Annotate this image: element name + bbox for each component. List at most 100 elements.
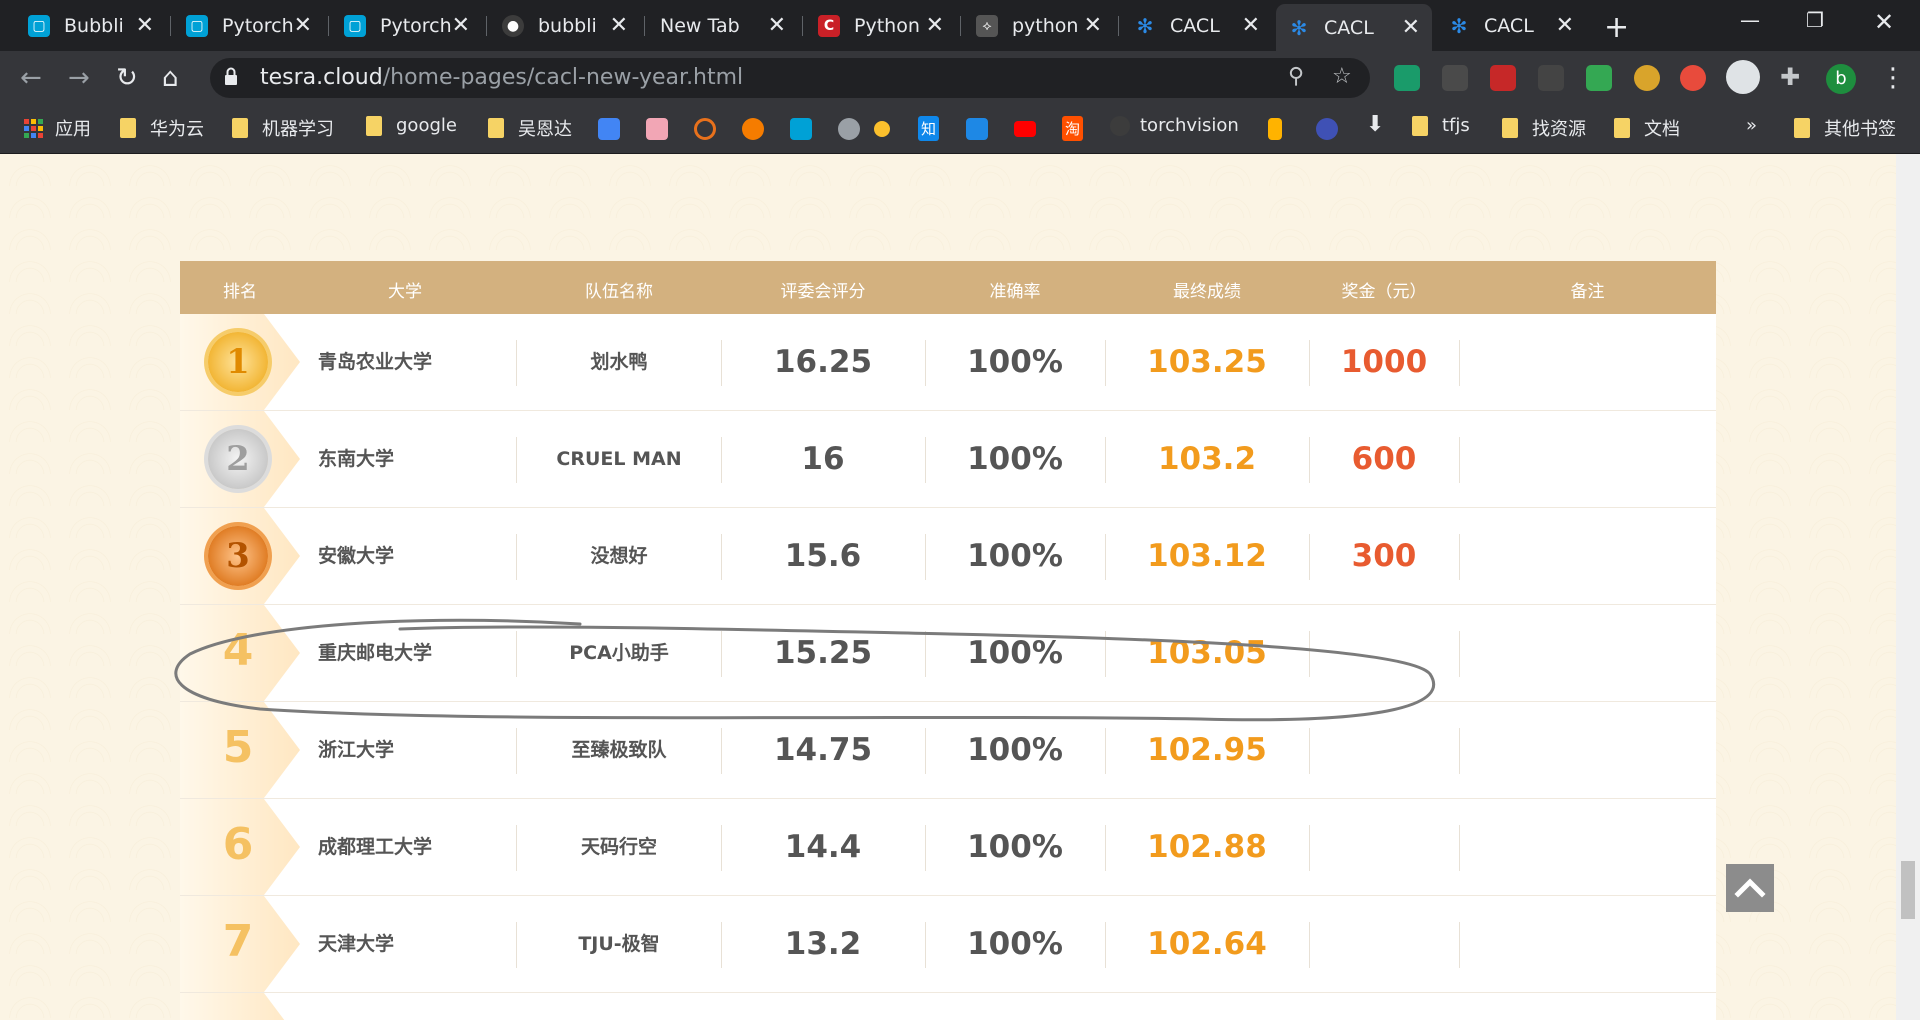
home-icon[interactable]: ⌂ <box>162 63 179 93</box>
extension-avatar-icon[interactable] <box>1726 60 1760 94</box>
bookmark-gear-icon[interactable] <box>742 118 764 140</box>
bookmark-download[interactable]: ⬇ <box>1366 112 1384 137</box>
extension-glasses-icon[interactable] <box>1442 65 1468 91</box>
jury-score-cell: 16.25 <box>773 344 873 380</box>
table-row: 4 重庆邮电大学 PCA小助手 15.25 100% 103.05 <box>180 605 1716 702</box>
page-scrollbar[interactable] <box>1896 154 1920 1020</box>
apps-grid-icon <box>24 118 43 138</box>
extension-s-icon[interactable] <box>1394 65 1420 91</box>
bookmark-folder-huawei[interactable]: 华为云 <box>120 115 204 141</box>
note-cell <box>1459 508 1716 604</box>
jury-score-cell: 15.6 <box>784 538 862 574</box>
bookmark-folder-other[interactable]: 其他书签 <box>1794 115 1896 141</box>
csdn-icon: C <box>818 14 840 37</box>
browser-chrome: ▢ Bubbli ✕ ▢ Pytorch ✕ ▢ Pytorch ✕ ● bub… <box>0 0 1920 154</box>
close-icon[interactable]: ✕ <box>452 13 470 38</box>
note-cell <box>1459 702 1716 798</box>
close-icon[interactable]: ✕ <box>1084 13 1102 38</box>
close-icon[interactable]: ✕ <box>136 13 154 38</box>
tab-8[interactable]: ✻ CACL ✕ <box>1122 6 1272 45</box>
extension-gray-icon[interactable] <box>1538 65 1564 91</box>
scrollbar-thumb[interactable] <box>1901 861 1915 919</box>
google-translate-icon[interactable] <box>598 118 620 140</box>
bookmark-folder-tfjs[interactable]: tfjs <box>1412 115 1470 136</box>
cacl-icon: ✻ <box>1290 15 1308 40</box>
tab-4[interactable]: ● bubbli ✕ <box>490 6 640 45</box>
address-bar[interactable]: tesra.cloud/home-pages/cacl-new-year.htm… <box>210 58 1370 98</box>
accuracy-cell: 100% <box>967 635 1063 671</box>
accuracy-cell: 100% <box>967 538 1063 574</box>
tab-1[interactable]: ▢ Bubbli ✕ <box>16 6 166 45</box>
forward-icon[interactable]: → <box>68 63 90 93</box>
bookmark-orange-ring-icon[interactable] <box>694 118 716 140</box>
back-icon[interactable]: ← <box>20 63 42 93</box>
bookmark-torchvision[interactable]: torchvision <box>1110 115 1239 136</box>
bookmark-folder-wuenda[interactable]: 吴恩达 <box>488 115 572 141</box>
tab-6[interactable]: C Python ✕ <box>806 6 956 45</box>
github-icon: ● <box>502 14 524 37</box>
bookmark-apps[interactable]: 应用 <box>24 115 91 141</box>
header-team: 队伍名称 <box>585 282 653 302</box>
team-cell: 划水鸭 <box>590 351 648 373</box>
anime-avatar-icon[interactable] <box>646 118 668 140</box>
bilibili-icon[interactable] <box>790 118 812 140</box>
tab-5[interactable]: New Tab ✕ <box>648 6 798 45</box>
final-score-cell: 103.12 <box>1147 538 1267 574</box>
extension-color-icon[interactable] <box>1680 65 1706 91</box>
extensions-puzzle-icon[interactable]: ✚ <box>1780 63 1800 91</box>
bookmark-blue-s-icon[interactable] <box>966 118 988 140</box>
restore-icon[interactable]: ❐ <box>1806 8 1824 32</box>
tab-10[interactable]: ✻ CACL ✕ <box>1436 6 1586 45</box>
user-icon[interactable] <box>874 121 890 137</box>
header-jury-score: 评委会评分 <box>780 282 866 302</box>
toolbar: ← → ↻ ⌂ tesra.cloud/home-pages/cacl-new-… <box>0 51 1920 104</box>
bookmark-folder-docs[interactable]: 文档 <box>1614 115 1680 141</box>
close-icon[interactable]: ✕ <box>610 13 628 38</box>
close-icon[interactable]: ✕ <box>1402 15 1420 40</box>
youtube-icon[interactable] <box>1014 121 1036 137</box>
back-to-top-button[interactable] <box>1726 864 1774 912</box>
close-icon[interactable]: ✕ <box>1242 13 1260 38</box>
python-icon: ⟡ <box>976 14 998 37</box>
extension-red-icon[interactable] <box>1490 65 1516 91</box>
tab-9-active[interactable]: ✻ CACL ✕ <box>1276 4 1432 51</box>
accuracy-cell: 100% <box>967 441 1063 477</box>
bookmark-folder-resources[interactable]: 找资源 <box>1502 115 1586 141</box>
prize-cell <box>1309 799 1459 895</box>
close-icon[interactable]: ✕ <box>926 13 944 38</box>
zoom-icon[interactable]: ⚲ <box>1288 64 1304 89</box>
bookmark-folder-ml[interactable]: 机器学习 <box>232 115 334 141</box>
cacl-icon: ✻ <box>1136 13 1154 38</box>
accuracy-cell: 100% <box>967 344 1063 380</box>
bookmark-taobao[interactable]: 淘 <box>1062 116 1084 141</box>
university-cell: 东南大学 <box>318 448 395 470</box>
close-window-icon[interactable]: ✕ <box>1874 8 1894 36</box>
jury-score-cell: 16 <box>801 441 845 477</box>
globe-icon[interactable] <box>838 118 860 140</box>
minimize-icon[interactable]: — <box>1740 8 1760 32</box>
bookmark-zhihu[interactable]: 知 <box>918 116 940 141</box>
table-header: 排名 大学 队伍名称 评委会评分 准确率 最终成绩 奖金（元） 备注 <box>180 261 1716 314</box>
bookmarks-overflow-button[interactable]: » <box>1746 115 1757 136</box>
tab-7[interactable]: ⟡ python ✕ <box>964 6 1114 45</box>
reload-icon[interactable]: ↻ <box>116 63 138 93</box>
bookmark-bolt-icon[interactable] <box>1268 118 1282 140</box>
bookmark-star-icon[interactable]: ☆ <box>1332 64 1352 89</box>
jury-score-cell: 15.25 <box>773 635 873 671</box>
close-icon[interactable]: ✕ <box>768 13 786 38</box>
menu-icon[interactable]: ⋮ <box>1880 63 1906 93</box>
profile-avatar[interactable]: b <box>1826 64 1856 94</box>
extension-txt-icon[interactable] <box>1634 65 1660 91</box>
extension-stack-icon[interactable] <box>1586 65 1612 91</box>
jury-score-cell: 14.75 <box>773 732 873 768</box>
new-tab-button[interactable]: + <box>1604 10 1629 45</box>
tab-3[interactable]: ▢ Pytorch ✕ <box>332 6 482 45</box>
bookmark-folder-google[interactable]: google <box>366 115 457 136</box>
rank-number: 4 <box>222 625 254 676</box>
page-content: 排名 大学 队伍名称 评委会评分 准确率 最终成绩 奖金（元） 备注 1 青岛农… <box>0 154 1920 1020</box>
close-icon[interactable]: ✕ <box>294 13 312 38</box>
tab-2[interactable]: ▢ Pytorch ✕ <box>174 6 324 45</box>
close-icon[interactable]: ✕ <box>1556 13 1574 38</box>
bookmark-m-icon[interactable] <box>1316 118 1338 140</box>
url-text[interactable]: tesra.cloud/home-pages/cacl-new-year.htm… <box>260 65 743 90</box>
